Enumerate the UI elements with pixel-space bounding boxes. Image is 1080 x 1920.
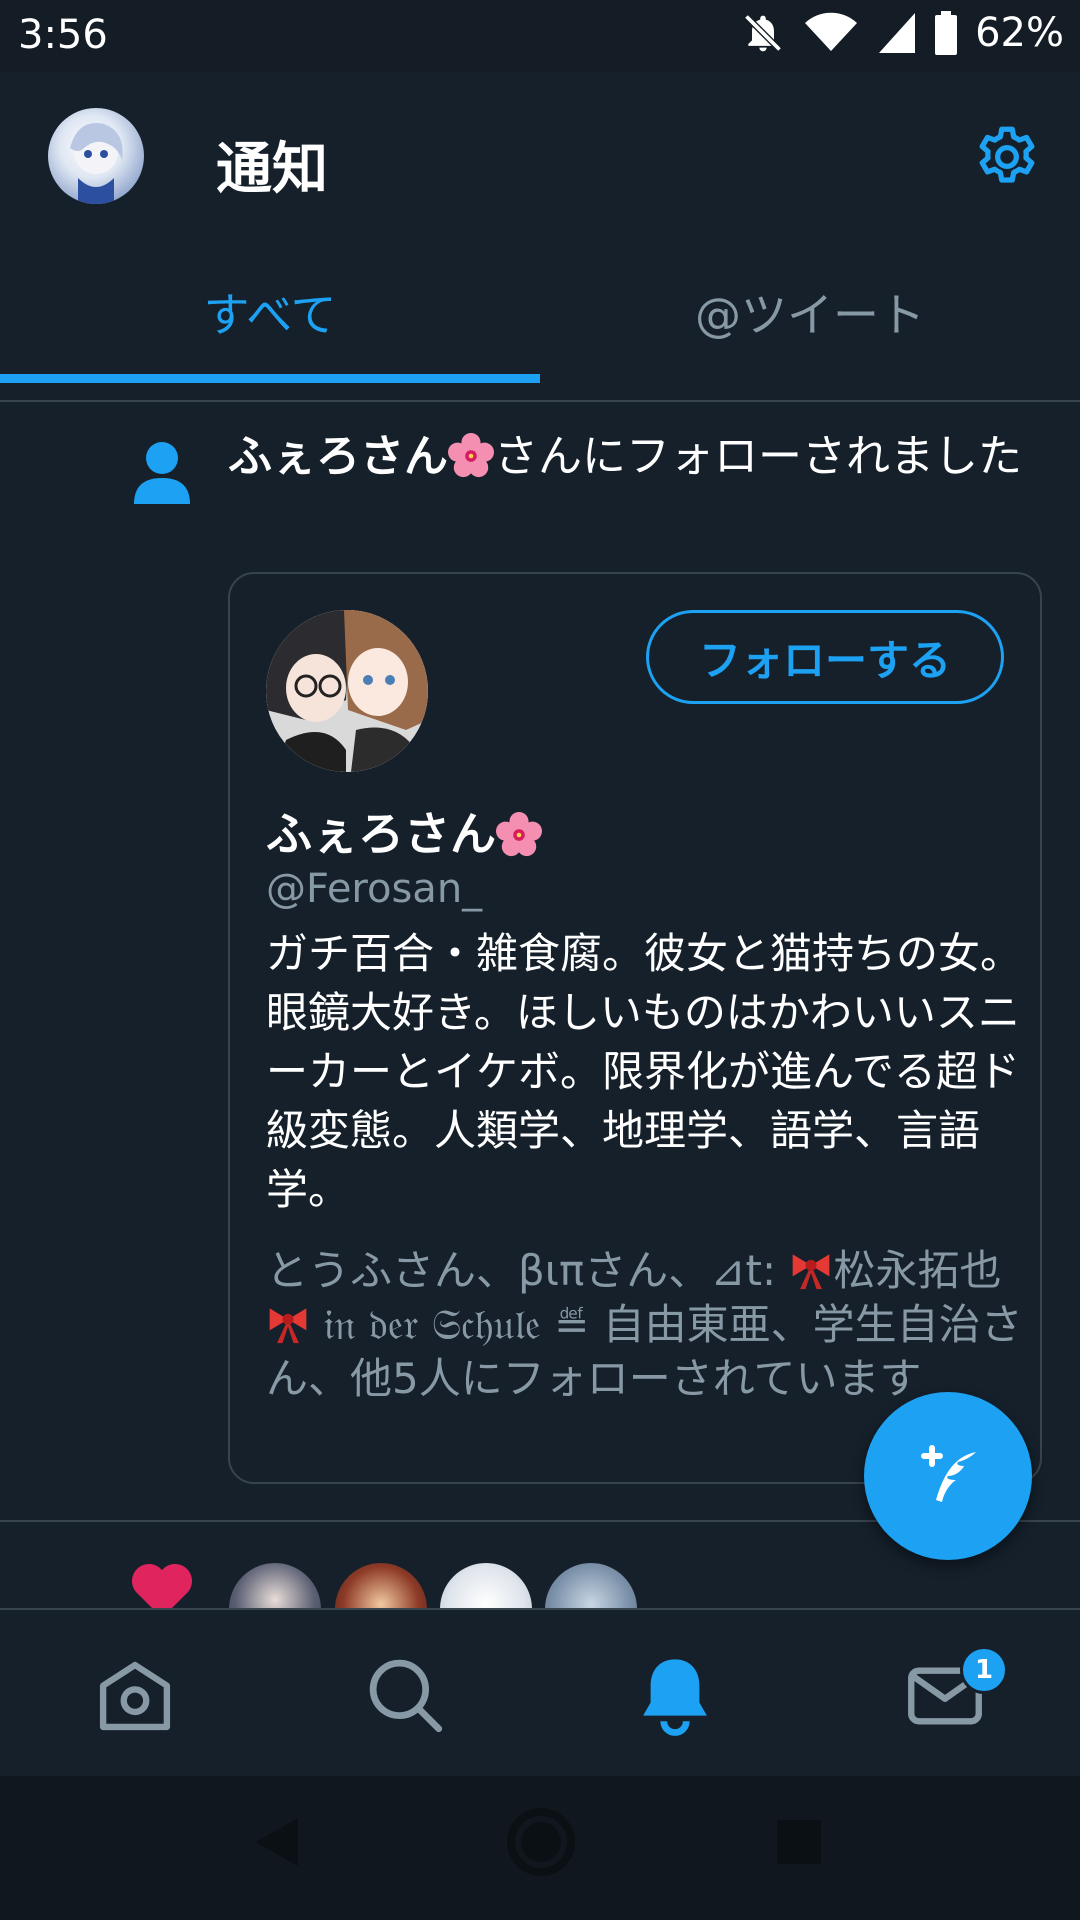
avatar-illustration — [70, 123, 123, 204]
notifications-icon[interactable] — [630, 1650, 720, 1740]
home-icon[interactable] — [90, 1650, 180, 1740]
battery-icon — [935, 11, 958, 55]
avatar[interactable] — [542, 1560, 640, 1608]
mutual-followers: とうふさん、βιπさん、⊿t: 松永拓也 𝔦𝔫 𝔡𝔢𝔯 𝔖𝔠𝔥𝔲𝔩𝔢 ≝ 自由東… — [266, 1244, 1026, 1406]
followers-text-1: とうふさん、βιπさん、⊿t: — [266, 1246, 790, 1295]
battery-level: 62% — [975, 10, 1064, 56]
user-name: ふぇろさん — [266, 798, 542, 864]
home-button-icon[interactable] — [505, 1806, 577, 1878]
tab-all[interactable]: すべて — [0, 242, 540, 382]
system-nav-bar — [0, 1776, 1080, 1920]
user-avatar-illustration — [266, 610, 428, 772]
actor-name[interactable]: ふぇろさん — [228, 431, 448, 482]
hibiscus-icon — [496, 812, 542, 857]
page-title: 通知 — [216, 137, 328, 202]
person-icon — [134, 442, 190, 504]
ribbon-icon — [793, 1254, 830, 1290]
notification-text: ふぇろさん さんにフォローされました — [228, 428, 1028, 486]
hibiscus-icon — [448, 433, 494, 478]
compose-feather-icon — [921, 1445, 976, 1502]
heart-icon — [132, 1564, 192, 1608]
user-handle: @Ferosan_ — [266, 866, 483, 912]
status-bar: 3:56 62% — [0, 0, 1080, 72]
user-bio: ガチ百合・雑食腐。彼女と猫持ちの女。眼鏡大好き。ほしいものはかわいいスニーカーと… — [266, 929, 1023, 1214]
user-name-text: ふぇろさん — [266, 807, 496, 861]
gear-icon[interactable] — [972, 122, 1042, 192]
user-avatar[interactable] — [266, 610, 428, 772]
avatar[interactable] — [48, 108, 144, 204]
active-tab-indicator — [0, 374, 540, 383]
status-time: 3:56 — [18, 12, 108, 58]
bottom-nav — [0, 1608, 1080, 1778]
wifi-icon — [805, 12, 858, 51]
user-card[interactable]: フォローする ふぇろさん @Ferosan_ ガチ百合・雑食腐。彼女と猫持ちの女… — [228, 572, 1042, 1484]
recents-icon[interactable] — [775, 1818, 823, 1866]
tab-mentions[interactable]: @ツイート — [540, 242, 1080, 382]
avatar[interactable] — [226, 1560, 324, 1608]
followers-text-2: 松永拓也 — [833, 1246, 1002, 1295]
notifications-off-icon — [744, 14, 782, 52]
notification-action: さんにフォローされました — [494, 431, 1022, 482]
compose-button[interactable] — [864, 1392, 1032, 1560]
signal-icon — [879, 13, 916, 53]
back-icon[interactable] — [254, 1816, 300, 1868]
follow-button[interactable]: フォローする — [646, 610, 1004, 704]
ribbon-icon — [269, 1308, 307, 1344]
header: 通知 — [0, 72, 1080, 242]
status-icons: 62% — [741, 10, 1064, 56]
search-icon[interactable] — [360, 1650, 450, 1740]
avatar[interactable] — [437, 1560, 535, 1608]
followers-text-3: 𝔦𝔫 𝔡𝔢𝔯 𝔖𝔠𝔥𝔲𝔩𝔢 ≝ 自由東亜、学生自治さん、他5人にフォローされてい… — [266, 1300, 1023, 1403]
tab-bar: すべて @ツイート — [0, 242, 1080, 402]
avatar[interactable] — [332, 1560, 430, 1608]
messages-badge: 1 — [960, 1646, 1008, 1694]
